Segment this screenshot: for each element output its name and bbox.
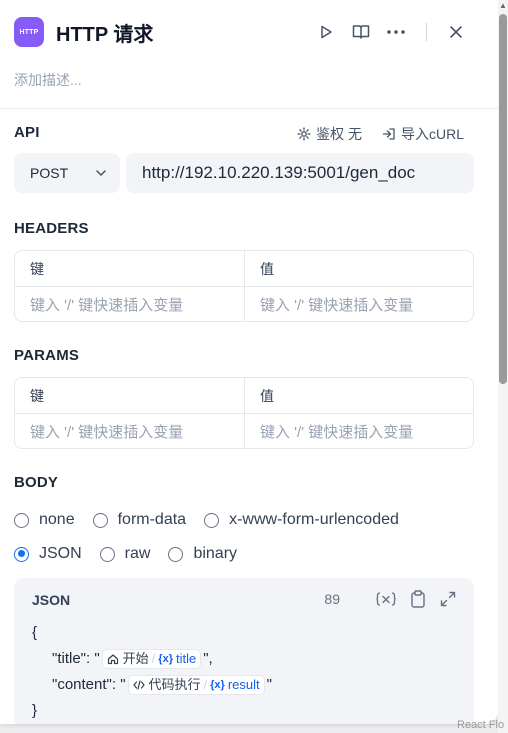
api-actions: 鉴权 无 导入cURL xyxy=(277,124,464,144)
variable-ref: {x} title xyxy=(158,646,196,672)
params-key-input[interactable]: 键入 '/' 键快速插入变量 xyxy=(15,414,244,448)
variable-icon: {x} xyxy=(210,679,225,691)
radio-circle xyxy=(204,512,220,528)
body-type-row-1: none form-data x-www-form-urlencoded xyxy=(14,511,417,529)
import-icon xyxy=(382,128,395,140)
code-line: "title": " 开始 / {x} title ", xyxy=(32,646,272,672)
radio-form-data[interactable]: form-data xyxy=(92,511,186,529)
import-curl-label: 导入cURL xyxy=(400,126,464,142)
close-icon[interactable] xyxy=(444,20,468,44)
headers-key-input[interactable]: 键入 '/' 键快速插入变量 xyxy=(15,287,244,321)
scrollbar-thumb[interactable] xyxy=(499,14,507,384)
gear-icon xyxy=(297,127,311,141)
import-curl-button[interactable]: 导入cURL xyxy=(382,124,464,144)
panel-header: HTTP HTTP 请求 xyxy=(14,16,484,48)
scroll-up-arrow-icon[interactable]: ▲ xyxy=(499,2,507,10)
api-section-label: API xyxy=(14,124,40,141)
json-code: { "title": " 开始 / {x} title ", "content":… xyxy=(32,620,272,724)
url-input[interactable]: http://192.10.220.139:5001/gen_doc xyxy=(126,153,474,193)
code-line: } xyxy=(32,702,38,719)
expand-icon[interactable] xyxy=(440,591,456,607)
chip-separator: / xyxy=(203,677,208,692)
headers-table-header: 键 值 xyxy=(15,251,473,286)
description-input[interactable]: 添加描述... xyxy=(14,70,82,90)
params-table: 键 值 键入 '/' 键快速插入变量 键入 '/' 键快速插入变量 xyxy=(14,377,474,449)
code-icon xyxy=(132,679,145,691)
headers-key-column: 键 xyxy=(30,260,44,277)
auth-button[interactable]: 鉴权 无 xyxy=(297,124,362,144)
chip-separator: / xyxy=(151,651,156,666)
book-open-icon[interactable] xyxy=(349,20,373,44)
radio-circle xyxy=(92,512,108,528)
variable-chip-result[interactable]: 代码执行 / {x} result xyxy=(127,672,265,698)
params-key-column: 键 xyxy=(30,387,44,404)
radio-circle xyxy=(168,546,184,562)
params-table-header: 键 值 xyxy=(15,378,473,413)
headers-table-row: 键入 '/' 键快速插入变量 键入 '/' 键快速插入变量 xyxy=(15,286,473,321)
header-actions xyxy=(303,20,468,44)
auth-label: 鉴权 无 xyxy=(316,126,362,142)
radio-circle xyxy=(99,546,115,562)
params-value-input[interactable]: 键入 '/' 键快速插入变量 xyxy=(244,414,473,448)
headers-value-input[interactable]: 键入 '/' 键快速插入变量 xyxy=(244,287,473,321)
page-title: HTTP 请求 xyxy=(56,23,154,46)
radio-raw[interactable]: raw xyxy=(99,545,150,563)
chevron-down-icon xyxy=(96,170,106,176)
body-section-label: BODY xyxy=(14,474,59,491)
http-node-icon: HTTP xyxy=(14,17,44,47)
json-editor[interactable]: JSON 89 { "title": " 开始 / {x} title ", "… xyxy=(14,578,474,724)
radio-json[interactable]: JSON xyxy=(14,545,82,563)
header-divider xyxy=(426,23,427,41)
radio-none[interactable]: none xyxy=(14,511,75,529)
radio-x-www-form-urlencoded[interactable]: x-www-form-urlencoded xyxy=(204,511,399,529)
headers-table: 键 值 键入 '/' 键快速插入变量 键入 '/' 键快速插入变量 xyxy=(14,250,474,322)
code-line: { xyxy=(32,624,38,641)
http-request-panel: HTTP HTTP 请求 添加描述... API 鉴权 无 导入cURL POS… xyxy=(0,0,498,724)
char-count: 89 xyxy=(324,591,340,607)
json-editor-label: JSON xyxy=(32,592,71,608)
params-section-label: PARAMS xyxy=(14,347,80,364)
clipboard-icon[interactable] xyxy=(410,590,426,608)
params-table-row: 键入 '/' 键快速插入变量 键入 '/' 键快速插入变量 xyxy=(15,413,473,448)
body-type-row-2: JSON raw binary xyxy=(14,545,255,563)
method-value: POST xyxy=(30,165,69,181)
radio-circle xyxy=(14,512,29,528)
radio-binary[interactable]: binary xyxy=(168,545,237,563)
method-select[interactable]: POST xyxy=(14,153,120,193)
variable-icon: {x} xyxy=(158,653,173,665)
json-editor-tools: 89 xyxy=(324,590,456,608)
more-icon[interactable] xyxy=(384,20,408,44)
radio-circle-selected xyxy=(14,546,29,562)
react-flow-attribution: React Flo xyxy=(457,719,505,731)
variable-chip-title[interactable]: 开始 / {x} title xyxy=(101,646,202,672)
headers-section-label: HEADERS xyxy=(14,220,89,237)
home-icon xyxy=(107,653,119,665)
code-line: "content": " 代码执行 / {x} result " xyxy=(32,672,272,698)
insert-variable-icon[interactable] xyxy=(376,592,396,606)
params-value-column: 值 xyxy=(244,378,473,413)
headers-value-column: 值 xyxy=(244,251,473,286)
header-divider-line xyxy=(0,108,498,109)
variable-ref: {x} result xyxy=(210,672,259,698)
play-icon[interactable] xyxy=(314,20,338,44)
